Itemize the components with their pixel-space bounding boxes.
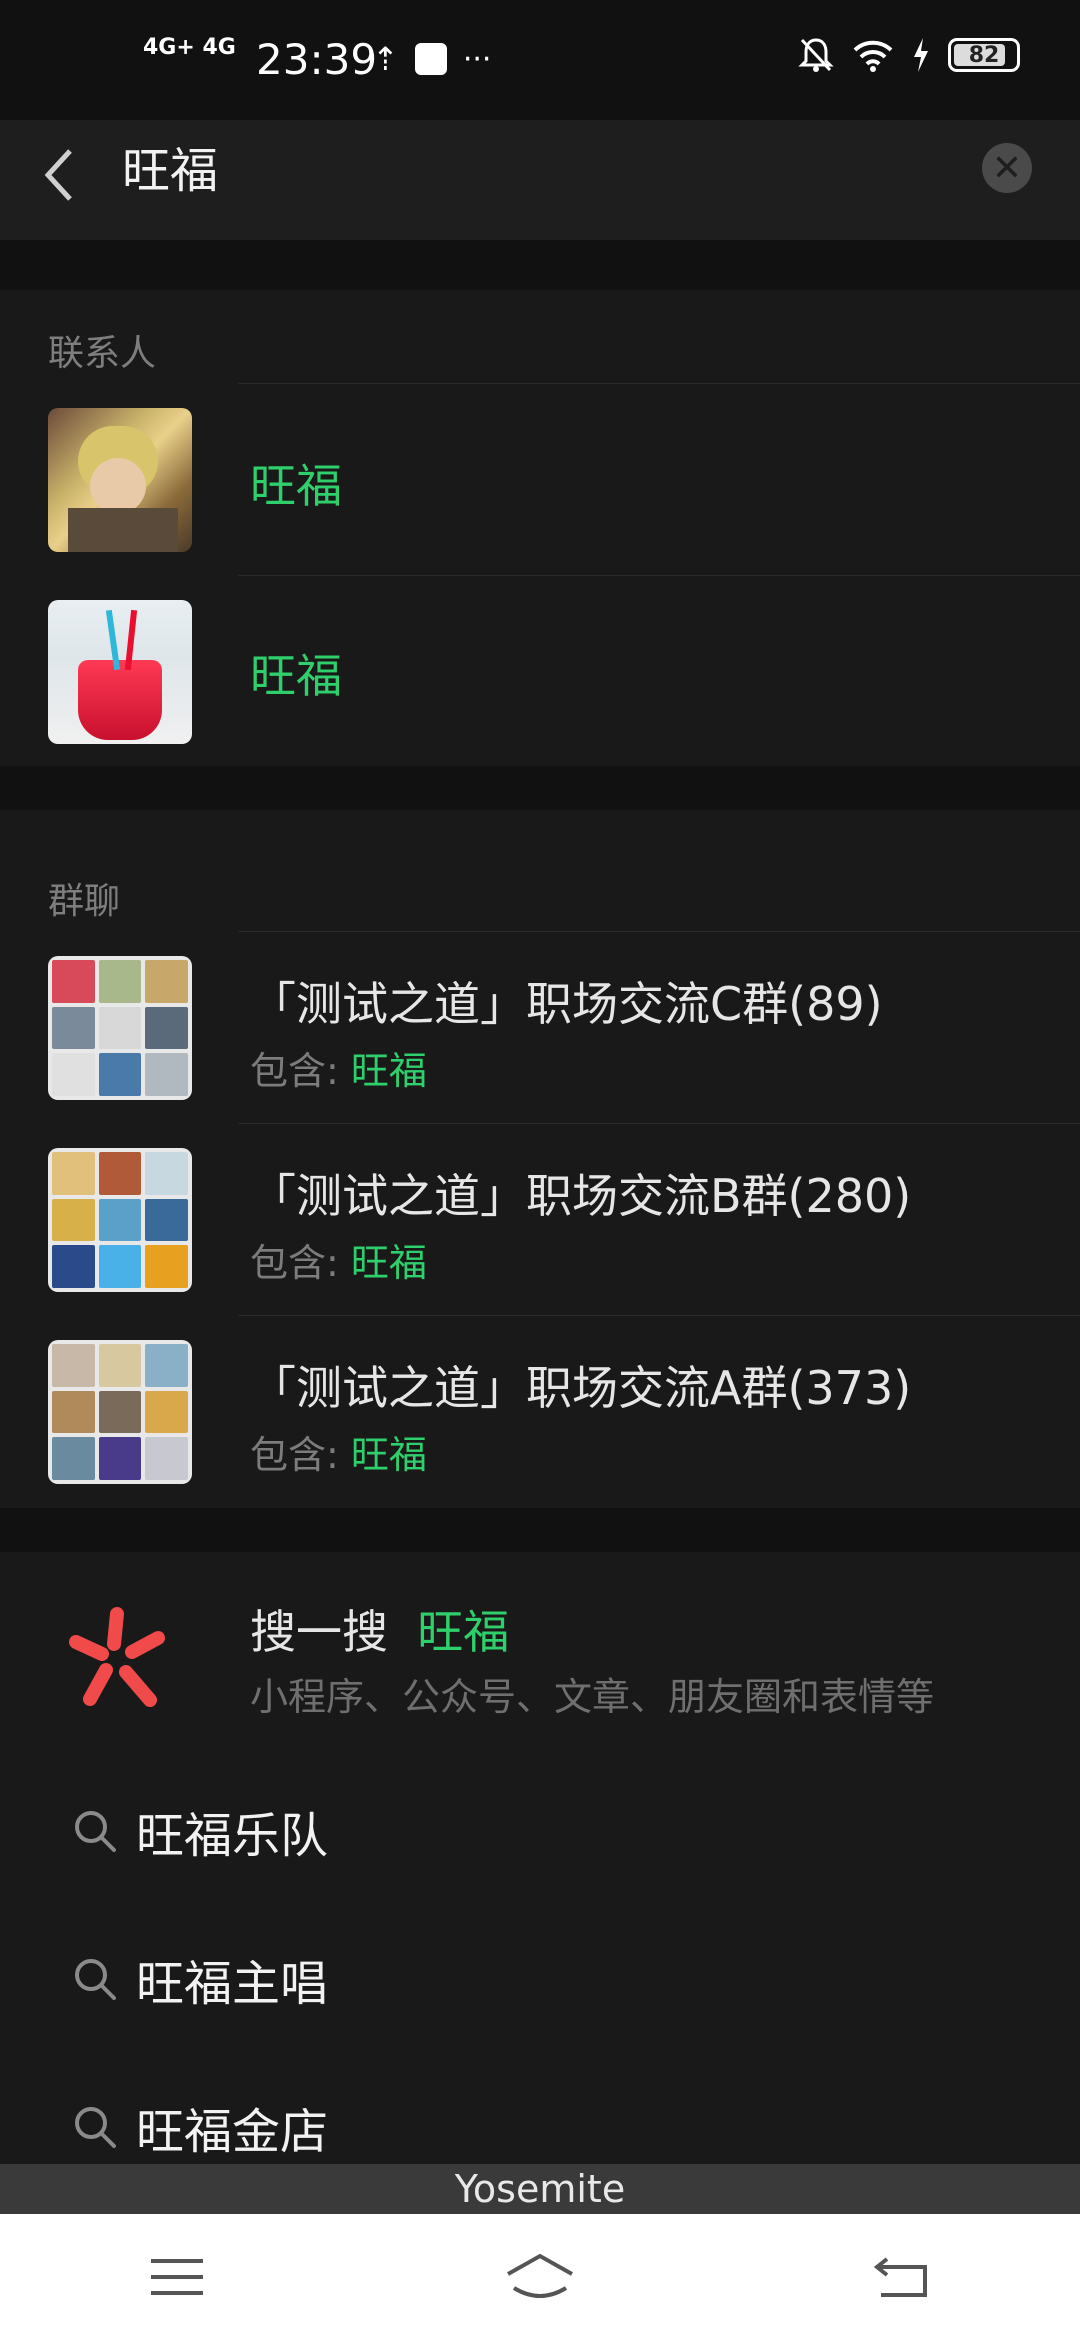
more-notifications-icon: ···	[462, 41, 492, 77]
return-icon[interactable]	[873, 2255, 933, 2299]
suggestion-text: 旺福主唱	[136, 1956, 329, 2012]
search-icon	[75, 1811, 116, 1852]
group-title: 「测试之道」职场交流A群(373)	[250, 1361, 912, 1415]
group-avatar	[48, 1340, 192, 1484]
back-arrow-icon[interactable]	[40, 145, 80, 205]
search-one-logo-icon	[69, 1607, 165, 1707]
wifi-icon	[853, 40, 893, 72]
search-icon	[75, 2107, 116, 2148]
charging-icon	[914, 38, 928, 72]
usb-icon: ⇡	[372, 40, 399, 78]
group-avatar	[48, 956, 192, 1100]
group-row[interactable]: 「测试之道」职场交流C群(89) 包含: 旺福	[0, 932, 1080, 1124]
app-notification-icon	[414, 43, 447, 75]
search-one-title: 搜一搜 旺福	[250, 1605, 510, 1659]
contact-name: 旺福	[250, 459, 342, 513]
bottom-label: Yosemite	[0, 2164, 1080, 2214]
search-input[interactable]: 旺福	[122, 138, 218, 204]
avatar	[48, 600, 192, 744]
group-title: 「测试之道」职场交流C群(89)	[250, 977, 883, 1031]
contact-row[interactable]: 旺福	[0, 576, 1080, 766]
status-right-icons: 82	[798, 36, 1020, 74]
search-one-subtitle: 小程序、公众号、文章、朋友圈和表情等	[250, 1675, 935, 1719]
avatar	[48, 408, 192, 552]
mute-bell-icon	[798, 38, 834, 72]
contact-row[interactable]: 旺福	[0, 384, 1080, 576]
group-match-info: 包含: 旺福	[250, 1241, 427, 1285]
section-gap	[0, 1508, 1080, 1552]
section-gap	[0, 766, 1080, 810]
groups-section-title: 群聊	[48, 881, 121, 922]
contact-name: 旺福	[250, 649, 342, 703]
suggestion-item[interactable]: 旺福乐队	[72, 1796, 328, 1866]
group-match-info: 包含: 旺福	[250, 1049, 427, 1093]
contacts-section-title: 联系人	[48, 333, 157, 374]
clear-search-icon[interactable]: ✕	[982, 143, 1032, 193]
group-avatar	[48, 1148, 192, 1292]
search-one-row[interactable]: 搜一搜 旺福 小程序、公众号、文章、朋友圈和表情等	[0, 1560, 1080, 1760]
group-title: 「测试之道」职场交流B群(280)	[250, 1169, 912, 1223]
home-icon[interactable]	[502, 2252, 578, 2302]
menu-icon[interactable]	[147, 2255, 207, 2299]
network-indicator: 4G+ 4G	[143, 35, 236, 60]
group-row[interactable]: 「测试之道」职场交流A群(373) 包含: 旺福	[0, 1316, 1080, 1508]
group-match-info: 包含: 旺福	[250, 1433, 427, 1477]
suggestion-text: 旺福金店	[136, 2104, 329, 2160]
system-nav-bar	[0, 2214, 1080, 2340]
status-left-icons: ⇡ ···	[372, 40, 491, 78]
suggestion-item[interactable]: 旺福金店	[72, 2092, 328, 2162]
battery-indicator: 82	[948, 38, 1020, 72]
status-time: 23:39	[256, 35, 378, 84]
group-row[interactable]: 「测试之道」职场交流B群(280) 包含: 旺福	[0, 1124, 1080, 1316]
suggestion-text: 旺福乐队	[136, 1808, 329, 1864]
suggestion-item[interactable]: 旺福主唱	[72, 1944, 328, 2014]
search-icon	[75, 1959, 116, 2000]
